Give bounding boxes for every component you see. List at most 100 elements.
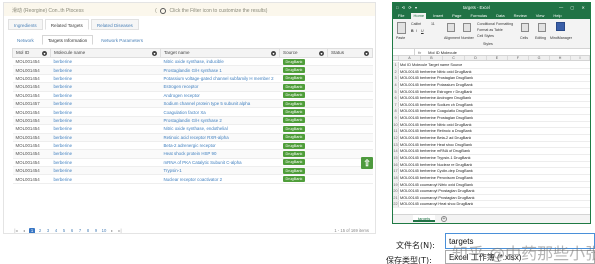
row-cells[interactable]: MOL00145 berberine Nuclear re DrugBank — [399, 162, 472, 168]
drugbank-badge[interactable]: DrugBank — [282, 150, 306, 157]
target-name-link[interactable]: Beta-2 adrenergic receptor — [160, 141, 280, 151]
column-header[interactable]: I — [571, 56, 590, 60]
cell-styles-button[interactable]: Cell Styles — [477, 34, 494, 38]
drugbank-badge[interactable]: DrugBank — [282, 75, 306, 82]
molecule-name-link[interactable]: berberine — [50, 65, 161, 75]
molecule-name-link[interactable]: berberine — [50, 158, 161, 168]
target-name-link[interactable]: Nuclear receptor coactivator 2 — [160, 174, 280, 184]
table-row[interactable]: MOL001454 berberine mRNA of PKA Catalytic … — [12, 158, 373, 168]
column-header[interactable]: C — [443, 56, 465, 60]
subtab-network-parameters[interactable]: Network Parameters — [95, 35, 149, 45]
target-name-link[interactable]: Coagulation factor Xa — [160, 107, 280, 117]
page-number-button[interactable]: 5 — [61, 228, 67, 234]
fx-icon[interactable]: fx — [415, 50, 424, 55]
alignment-icon[interactable] — [447, 23, 455, 32]
table-row[interactable]: MOL001454 berberine Nitric oxide synthase,… — [12, 124, 373, 134]
table-row[interactable]: MOL001454 berberine Beta-2 adrenergic rece… — [12, 141, 373, 151]
table-row[interactable]: MOL001454 berberine Trypsin-1 DrugBank — [12, 166, 373, 176]
row-cells[interactable]: MOL00145 berberine Peroxisom DrugBank — [399, 175, 473, 181]
tab-related-diseases[interactable]: Related Diseases — [90, 19, 139, 30]
bold-icon[interactable]: B — [411, 29, 414, 33]
molecule-name-link[interactable]: berberine — [50, 82, 161, 92]
page-number-button[interactable]: 4 — [53, 228, 59, 234]
molecule-name-link[interactable]: berberine — [50, 116, 161, 126]
target-name-link[interactable]: Sodium channel protein type 5 subunit al… — [160, 99, 280, 109]
column-header[interactable]: A — [399, 56, 421, 60]
number-format-icon[interactable] — [463, 23, 471, 32]
sheet-row[interactable]: 20 MOL00145 coumaroyl Prostaglan DrugBank — [393, 188, 590, 195]
column-header[interactable]: D — [465, 56, 487, 60]
table-row[interactable]: MOL001454 berberine Nuclear receptor coact… — [12, 174, 373, 184]
target-name-link[interactable]: Nitric oxide synthase, endothelial — [160, 124, 280, 134]
molecule-name-link[interactable]: berberine — [50, 107, 161, 117]
table-row[interactable]: MOL001454 berberine Estrogen receptor DrugB… — [12, 82, 373, 92]
conditional-formatting-button[interactable]: Conditional Formatting — [477, 22, 513, 26]
target-name-link[interactable]: mRNA of PKA Catalytic Subunit C-alpha — [160, 158, 280, 168]
row-cells[interactable]: MOL00145 coumaroyl Nitric oxid DrugBank — [399, 182, 473, 188]
molecule-name-link[interactable]: berberine — [50, 99, 161, 109]
table-row[interactable]: MOL001454 berberine Prostaglandin G/H synt… — [12, 65, 373, 75]
table-row[interactable]: MOL001454 berberine Nitric oxide synthase,… — [12, 57, 373, 67]
row-cells[interactable]: MOL00145 berberine Nitric oxid DrugBank — [399, 69, 472, 75]
page-number-button[interactable]: 2 — [37, 228, 43, 234]
row-cells[interactable]: MOL00145 berberine Trypsin-1 DrugBank — [399, 155, 471, 161]
italic-icon[interactable]: I — [416, 29, 417, 33]
molecule-name-link[interactable]: berberine — [50, 166, 161, 176]
row-cells[interactable]: MOL00145 berberine Prostaglan DrugBank — [399, 115, 473, 121]
drugbank-badge[interactable]: DrugBank — [282, 109, 306, 116]
sheet-row[interactable]: 1 Mol ID Molecule Target name Source — [393, 62, 590, 69]
row-cells[interactable]: MOL00145 berberine Estrogen r DrugBank — [399, 89, 472, 95]
column-header[interactable]: H — [550, 56, 571, 60]
table-row[interactable]: MOL001454 berberine Heat shock protein HSP… — [12, 149, 373, 159]
molecule-name-link[interactable]: berberine — [50, 57, 161, 67]
col-header-mol-id[interactable]: Mol ID ▾ — [12, 48, 51, 58]
sheet-row[interactable]: 22 MOL00145 coumaroyl Heat shoc DrugBank — [393, 201, 590, 209]
tab-ingredients[interactable]: Ingredients — [8, 19, 43, 30]
page-number-button[interactable]: 8 — [85, 228, 91, 234]
tab-related-targets[interactable]: Related Targets — [44, 19, 89, 30]
row-cells[interactable]: MOL00145 berberine Androgen DrugBank — [399, 95, 471, 101]
drugbank-badge[interactable]: DrugBank — [282, 83, 306, 90]
row-cells[interactable]: MOL00145 berberine Beta-2 ad DrugBank — [399, 135, 471, 141]
row-cells[interactable]: MOL00145 berberine Heat shoc DrugBank — [399, 142, 472, 148]
sheet-row[interactable]: 2 MOL00145 berberine Nitric oxid DrugBank — [393, 68, 590, 76]
next-page-button[interactable]: ▸ — [109, 228, 115, 234]
sheet-row[interactable]: 15 MOL00145 berberine Trypsin-1 DrugBank — [393, 154, 590, 162]
last-page-button[interactable]: ▸| — [117, 228, 123, 234]
page-number-button[interactable]: 1 — [29, 227, 35, 233]
quick-access-toolbar[interactable]: □ ⟲ ⟳ ▾ — [396, 5, 418, 10]
target-name-link[interactable]: Estrogen receptor — [160, 82, 280, 92]
table-row[interactable]: MOL001454 berberine Androgen receptor DrugB… — [12, 91, 373, 100]
molecule-name-link[interactable]: berberine — [50, 133, 161, 142]
drugbank-badge[interactable]: DrugBank — [282, 159, 306, 166]
sheet-row[interactable]: 21 MOL00145 coumaroyl Prostaglan DrugBank — [393, 194, 590, 202]
sheet-row[interactable]: 12 MOL00145 berberine Beta-2 ad DrugBank — [393, 135, 590, 142]
col-header-target-name[interactable]: Target name ▾ — [160, 48, 280, 58]
page-number-button[interactable]: 10 — [101, 228, 107, 234]
row-cells[interactable]: Mol ID Molecule Target name Source — [399, 62, 462, 68]
mindmanager-icon[interactable] — [556, 22, 565, 31]
prev-page-button[interactable]: ◂ — [21, 228, 27, 234]
row-cells[interactable]: MOL00145 berberine Coagulatio DrugBank — [399, 108, 473, 114]
row-cells[interactable]: MOL00145 berberine mRNA of DrugBank — [399, 148, 470, 154]
table-row[interactable]: MOL001454 berberine Coagulation factor Xa D… — [12, 107, 373, 117]
table-row[interactable]: MOL001454 berberine Prostaglandin G/H synt… — [12, 116, 373, 126]
sheet-row[interactable]: 19 MOL00145 coumaroyl Nitric oxid DrugBan… — [393, 181, 590, 189]
molecule-name-link[interactable]: berberine — [50, 124, 161, 134]
table-row[interactable]: MOL001457 berberine Sodium channel protein… — [12, 99, 373, 109]
column-header[interactable]: G — [529, 56, 550, 60]
name-box[interactable] — [393, 48, 415, 56]
sheet-row[interactable]: 9 MOL00145 berberine Prostaglan DrugBank — [393, 115, 590, 122]
sheet-row[interactable]: 5 MOL00145 berberine Estrogen r DrugBank — [393, 88, 590, 96]
table-row[interactable]: MOL001454 berberine Retinoic acid receptor… — [12, 133, 373, 142]
row-cells[interactable]: MOL00145 coumaroyl Prostaglan DrugBank — [399, 188, 475, 194]
molecule-name-link[interactable]: berberine — [50, 149, 161, 159]
molecule-name-link[interactable]: berberine — [50, 141, 161, 151]
page-number-button[interactable]: 3 — [45, 228, 51, 234]
sheet-row[interactable]: 10 MOL00145 berberine Nitric oxid DrugBan… — [393, 121, 590, 129]
page-number-button[interactable]: 9 — [93, 228, 99, 234]
cells-icon[interactable] — [521, 23, 529, 32]
column-header[interactable]: F — [508, 56, 529, 60]
drugbank-badge[interactable]: DrugBank — [282, 176, 306, 183]
drugbank-badge[interactable]: DrugBank — [282, 142, 306, 149]
